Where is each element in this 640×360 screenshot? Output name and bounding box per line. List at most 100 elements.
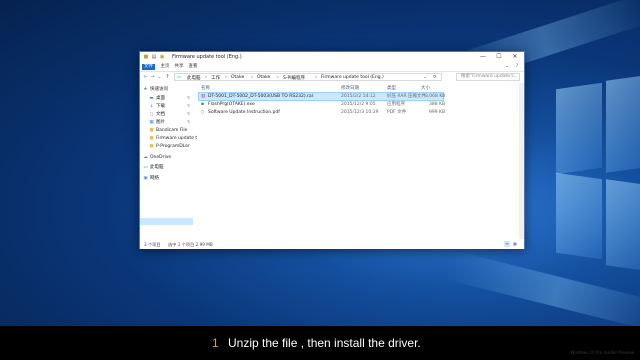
maximize-button[interactable]: ☐ xyxy=(492,53,506,61)
nav-label: 图片 xyxy=(156,120,165,125)
cloud-icon: ☁ xyxy=(143,155,148,160)
search-input[interactable]: 搜索"Firmware update t... xyxy=(456,73,520,81)
nav-label: 快速访问 xyxy=(150,87,168,92)
file-size: 3,068 KB xyxy=(425,94,446,99)
recent-locations-button[interactable]: ⌄ xyxy=(156,73,163,81)
help-icon[interactable]: ? xyxy=(514,64,520,70)
file-name: Software Update Instruction.pdf xyxy=(208,110,280,115)
nav-folder[interactable]: ■ Firmware update t xyxy=(149,135,197,142)
nav-label: 网络 xyxy=(150,176,159,181)
folder-icon: ■ xyxy=(149,144,154,149)
title-bar[interactable]: ■ ▤ ▣ Firmware update tool (Eng.) — ☐ ✕ xyxy=(140,52,524,63)
file-date: 2015/2/2 14:12 xyxy=(341,94,376,99)
nav-label: Bandicam File xyxy=(156,128,188,133)
breadcrumb-separator: › xyxy=(205,75,207,80)
chevron-down-icon[interactable]: ⌄ xyxy=(423,75,427,80)
folder-icon: ■ xyxy=(143,54,149,60)
nav-onedrive[interactable]: ☁ OneDrive xyxy=(143,154,171,161)
address-row: ← → ⌄ ↑ ▭ 此电脑 › 工作 › Otake › Otake › S-P… xyxy=(140,72,524,82)
details-view-icon[interactable]: ≡ xyxy=(504,241,510,247)
pdf-icon: ▯ xyxy=(201,110,204,115)
picture-icon: ▦ xyxy=(149,120,154,125)
column-header-date[interactable]: 修改日期 xyxy=(341,85,359,91)
navigation-pane: ★ 快速访问 ▬ 桌面 ✎ ↓ 下载 ✎ ▯ 文档 ✎ ▦ 图片 ✎ ■ Bandicam … xyxy=(140,83,197,239)
back-button[interactable]: ← xyxy=(142,73,149,81)
breadcrumb-item[interactable]: 此电脑 xyxy=(187,75,201,81)
properties-icon[interactable]: ▤ xyxy=(151,54,157,60)
breadcrumb-separator: › xyxy=(251,75,253,80)
nav-this-pc[interactable]: ▭ 此电脑 xyxy=(143,164,164,171)
column-header-type[interactable]: 类型 xyxy=(387,85,396,91)
tab-file[interactable]: 文件 xyxy=(142,64,155,70)
vertical-scrollbar[interactable] xyxy=(519,83,524,239)
nav-quick-access[interactable]: ★ 快速访问 xyxy=(143,86,168,93)
column-header-name[interactable]: 名称 xyxy=(201,85,210,91)
file-type: 好压 RAR 压缩文件 xyxy=(387,94,427,99)
rar-archive-icon: ▥ xyxy=(201,94,206,99)
nav-folder[interactable]: ■ P-ProgramDLer xyxy=(149,143,190,150)
windows-logo-pane xyxy=(556,172,602,260)
selection-info: 选中 1 个项目 2.99 MB xyxy=(168,242,213,247)
nav-label: OneDrive xyxy=(150,155,172,160)
file-date: 2015/12/3 10:29 xyxy=(341,110,379,115)
nav-documents[interactable]: ▯ 文档 xyxy=(149,111,165,118)
application-icon: ▪ xyxy=(201,102,205,107)
item-count: 3 个项目 xyxy=(144,242,161,247)
folder-icon: ■ xyxy=(149,136,154,141)
new-folder-icon[interactable]: ▣ xyxy=(159,54,165,60)
pin-icon: ✎ xyxy=(187,95,191,100)
file-row[interactable]: ▯ Software Update Instruction.pdf 2015/1… xyxy=(199,109,445,116)
breadcrumb-separator: › xyxy=(315,75,317,80)
subtitle-text: Unzip the file , then install the driver… xyxy=(228,336,421,350)
chevron-down-icon[interactable]: ⌄ xyxy=(504,64,510,70)
file-row[interactable]: ▪ FlashPrg(OTAKE).exe 2015/12/2 9:05 应用程… xyxy=(199,101,446,108)
ribbon-tabs: 文件 主页 共享 查看 ⌄ ? xyxy=(140,63,524,72)
nav-downloads[interactable]: ↓ 下载 xyxy=(149,103,165,110)
tab-share[interactable]: 共享 xyxy=(174,64,184,70)
file-explorer-window[interactable]: ■ ▤ ▣ Firmware update tool (Eng.) — ☐ ✕ … xyxy=(139,51,525,249)
file-size: 388 KB xyxy=(429,102,446,107)
nav-folder[interactable]: ■ Bandicam File xyxy=(149,127,187,134)
status-bar: 3 个项目 选中 1 个项目 2.99 MB ≡ ▦ xyxy=(140,240,524,249)
breadcrumb-item[interactable]: S-PI编程序 xyxy=(283,75,305,81)
forward-button[interactable]: → xyxy=(149,73,156,81)
windows-logo-pane xyxy=(606,179,640,271)
tab-home[interactable]: 主页 xyxy=(160,64,170,70)
file-row[interactable]: ▥ DT-5001_DT-5002_DT-5003(USB TO RS232).… xyxy=(198,92,446,101)
breadcrumb-separator: › xyxy=(225,75,227,80)
breadcrumb-item[interactable]: 工作 xyxy=(211,75,220,81)
up-button[interactable]: ↑ xyxy=(164,73,171,81)
address-bar[interactable]: ▭ 此电脑 › 工作 › Otake › Otake › S-PI编程序 › F… xyxy=(174,73,442,81)
breadcrumb-separator: › xyxy=(277,75,279,80)
step-number: 1 xyxy=(212,336,219,350)
nav-label: P-ProgramDLer xyxy=(156,144,190,149)
tab-view[interactable]: 查看 xyxy=(188,64,198,70)
star-icon: ★ xyxy=(143,87,148,92)
nav-label: 文档 xyxy=(156,112,165,117)
refresh-icon[interactable]: ⟳ xyxy=(433,75,437,80)
column-header-size[interactable]: 大小 xyxy=(421,85,430,91)
breadcrumb-item[interactable]: Otake xyxy=(257,75,270,80)
nav-label: 桌面 xyxy=(156,96,165,101)
breadcrumb-item[interactable]: Otake xyxy=(231,75,244,80)
breadcrumb-item[interactable]: Firmware update tool (Eng.) xyxy=(321,75,384,80)
folder-icon: ■ xyxy=(149,128,154,133)
nav-desktop[interactable]: ▬ 桌面 xyxy=(149,95,165,102)
network-icon: ▣ xyxy=(143,176,148,181)
minimize-button[interactable]: — xyxy=(476,53,490,61)
windows-logo-pane xyxy=(606,75,640,173)
large-icons-view-icon[interactable]: ▦ xyxy=(512,241,518,247)
pin-icon: ✎ xyxy=(187,103,191,108)
window-title: Firmware update tool (Eng.) xyxy=(172,54,242,60)
document-icon: ▯ xyxy=(150,112,153,117)
nav-label: 下载 xyxy=(156,104,165,109)
file-list: 名称 修改日期 类型 大小 ▥ DT-5001_DT-5002_DT-5003(… xyxy=(197,83,517,239)
windows-logo-pane xyxy=(556,82,602,175)
close-button[interactable]: ✕ xyxy=(508,53,522,61)
nav-selection-highlight xyxy=(140,218,193,225)
computer-icon: ▭ xyxy=(143,165,148,170)
nav-label: 此电脑 xyxy=(150,165,164,170)
nav-pictures[interactable]: ▦ 图片 xyxy=(149,119,165,126)
nav-network[interactable]: ▣ 网络 xyxy=(143,175,159,182)
desktop-icon: ▬ xyxy=(149,96,154,101)
